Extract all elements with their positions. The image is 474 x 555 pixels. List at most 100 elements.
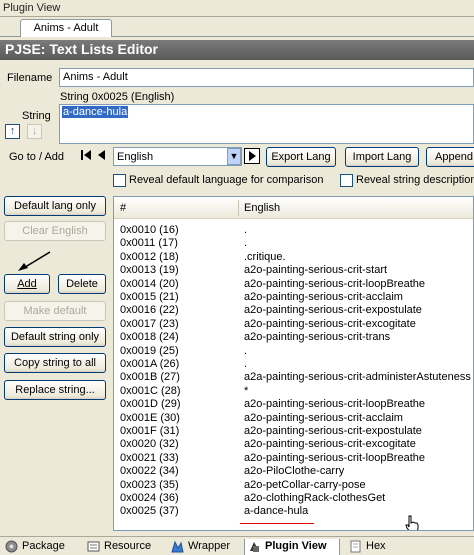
row-text: a2o-painting-serious-crit-start — [244, 264, 388, 277]
move-down-button[interactable]: ↓ — [27, 124, 42, 139]
row-text: . — [244, 358, 248, 370]
table-row[interactable]: 0x0019 (25). — [114, 344, 473, 358]
move-up-button[interactable]: ↑ — [5, 124, 20, 139]
row-text: . — [244, 344, 248, 357]
table-row[interactable]: 0x0016 (22) a2o-painting-serious-crit-exp… — [114, 304, 473, 317]
row-text: a2a-painting-serious-crit-administerAstu… — [244, 371, 471, 384]
table-row[interactable]: 0x001D (29) a2o-painting-serious-crit-loo… — [114, 398, 473, 411]
language-dropdown-button[interactable]: ▼ — [227, 148, 241, 165]
table-row[interactable]: 0x001F (31) a2o-painting-serious-crit-exp… — [114, 425, 473, 438]
resource-icon — [87, 540, 100, 553]
copy-string-to-all-button[interactable]: Copy string to all — [4, 353, 106, 373]
reveal-desc-label: Reveal string description — [356, 174, 474, 186]
next-record-button[interactable] — [244, 148, 260, 164]
row-id: 0x0015 (21) — [120, 291, 179, 303]
tab-plugin-view[interactable]: Plugin View — [244, 539, 340, 555]
row-text: a2o-PiloClothe-carry — [244, 465, 345, 478]
row-text: a2o-painting-serious-crit-acclaim — [244, 411, 403, 424]
table-row[interactable]: 0x0020 (32) a2o-painting-serious-crit-exc… — [114, 438, 473, 451]
arrow-down-icon: ↓ — [31, 125, 38, 137]
table-row[interactable]: 0x0010 (16). — [114, 224, 473, 237]
default-lang-only-button[interactable]: Default lang only — [4, 196, 106, 216]
row-text: * — [244, 384, 249, 397]
row-text: a2o-painting-serious-crit-trans — [244, 331, 391, 344]
table-row[interactable]: 0x0022 (34) a2o-PiloClothe-carry — [114, 465, 473, 478]
column-header-english[interactable]: English — [244, 202, 280, 214]
string-input[interactable]: a-dance-hula — [59, 104, 474, 144]
annotation-underline — [240, 523, 314, 524]
row-text: . — [244, 237, 248, 250]
play-icon — [249, 151, 256, 161]
table-row[interactable]: 0x0025 (37) a-dance-hula — [114, 505, 473, 518]
row-text: a2o-painting-serious-crit-expostulate — [244, 304, 422, 317]
row-id: 0x001C (28) — [120, 384, 181, 397]
string-list[interactable]: # English 0x0010 (16). 0x0011 (17). 0x0012… — [113, 196, 474, 531]
default-string-only-button[interactable]: Default string only — [4, 327, 106, 347]
tab-plugin-view-label: Plugin View — [265, 540, 327, 552]
package-icon — [5, 540, 18, 553]
tab-package[interactable]: Package — [2, 539, 78, 555]
arrow-up-icon: ↑ — [9, 125, 16, 137]
table-row[interactable]: 0x0021 (33) a2o-painting-serious-crit-loo… — [114, 451, 473, 465]
table-row[interactable]: 0x001E (30) a2o-painting-serious-crit-acc… — [114, 411, 473, 425]
hex-icon — [349, 540, 362, 553]
table-row[interactable]: 0x001A (26). — [114, 358, 473, 371]
table-row[interactable]: 0x0013 (19) a2o-painting-serious-crit-sta… — [114, 264, 473, 277]
row-text: a2o-painting-serious-crit-loopBreathe — [244, 398, 425, 411]
column-header-number[interactable]: # — [120, 202, 126, 214]
filename-input[interactable]: Anims - Adult — [59, 68, 474, 87]
make-default-button[interactable]: Make default — [4, 301, 106, 321]
first-record-icon[interactable] — [80, 148, 92, 162]
tab-wrapper-label: Wrapper — [188, 540, 230, 552]
export-lang-button[interactable]: Export Lang — [266, 147, 336, 167]
tab-resource[interactable]: Resource — [84, 539, 162, 555]
table-row[interactable]: 0x001B (27) a2a-painting-serious-crit-adm… — [114, 371, 473, 384]
tab-resource-label: Resource — [104, 540, 152, 552]
table-row[interactable]: 0x0017 (23) a2o-painting-serious-crit-exc… — [114, 317, 473, 331]
row-id: 0x001F (31) — [120, 425, 180, 437]
tab-anims-adult[interactable]: Anims - Adult — [20, 19, 112, 37]
tab-wrapper[interactable]: Wrapper — [168, 539, 240, 555]
hand-cursor-icon — [404, 515, 420, 530]
list-header: # English — [114, 197, 473, 219]
table-row[interactable]: 0x0012 (18) .critique. — [114, 250, 473, 264]
table-row[interactable]: 0x001C (28) * — [114, 384, 473, 398]
row-id: 0x0023 (35) — [120, 478, 179, 491]
table-row[interactable]: 0x0015 (21) a2o-painting-serious-crit-acc… — [114, 291, 473, 304]
language-select[interactable]: English — [113, 147, 242, 166]
add-button-label: Add — [17, 278, 37, 290]
row-id: 0x0018 (24) — [120, 331, 179, 344]
table-row[interactable]: 0x0011 (17). — [114, 237, 473, 250]
goto-label: Go to / Add — [9, 151, 65, 163]
row-id: 0x001B (27) — [120, 371, 180, 384]
delete-button[interactable]: Delete — [58, 274, 106, 294]
row-text: a2o-clothingRack-clothesGet — [244, 492, 386, 504]
row-text: a2o-painting-serious-crit-excogitate — [244, 317, 416, 330]
row-text: a2o-painting-serious-crit-loopBreathe — [244, 277, 425, 290]
row-id: 0x0020 (32) — [120, 438, 179, 451]
row-id: 0x001D (29) — [120, 398, 181, 411]
row-id: 0x0024 (36) — [120, 492, 179, 504]
row-id: 0x001A (26) — [120, 358, 180, 370]
reveal-desc-checkbox[interactable] — [340, 174, 353, 187]
table-row[interactable]: 0x0014 (20) a2o-painting-serious-crit-loo… — [114, 277, 473, 291]
previous-record-icon[interactable] — [96, 148, 106, 162]
table-row[interactable]: 0x0018 (24) a2o-painting-serious-crit-tra… — [114, 331, 473, 344]
row-id: 0x0011 (17) — [120, 237, 178, 250]
replace-string-button[interactable]: Replace string... — [4, 380, 106, 400]
reveal-default-checkbox[interactable] — [113, 174, 126, 187]
table-row[interactable]: 0x0023 (35) a2o-petCollar-carry-pose — [114, 478, 473, 492]
tab-package-label: Package — [22, 540, 65, 552]
table-row[interactable]: 0x0024 (36) a2o-clothingRack-clothesGet — [114, 492, 473, 505]
row-id: 0x0021 (33) — [120, 451, 179, 464]
tab-hex[interactable]: Hex — [346, 539, 396, 555]
append-button[interactable]: Append — [426, 147, 474, 167]
row-id: 0x0010 (16) — [120, 224, 179, 236]
add-button[interactable]: Add — [4, 274, 50, 294]
import-lang-button[interactable]: Import Lang — [345, 147, 419, 167]
row-text: . — [244, 224, 248, 236]
row-id: 0x0017 (23) — [120, 317, 179, 330]
clear-english-button[interactable]: Clear English — [4, 221, 106, 241]
row-text: a2o-painting-serious-crit-acclaim — [244, 291, 403, 303]
row-id: 0x0012 (18) — [120, 250, 179, 263]
